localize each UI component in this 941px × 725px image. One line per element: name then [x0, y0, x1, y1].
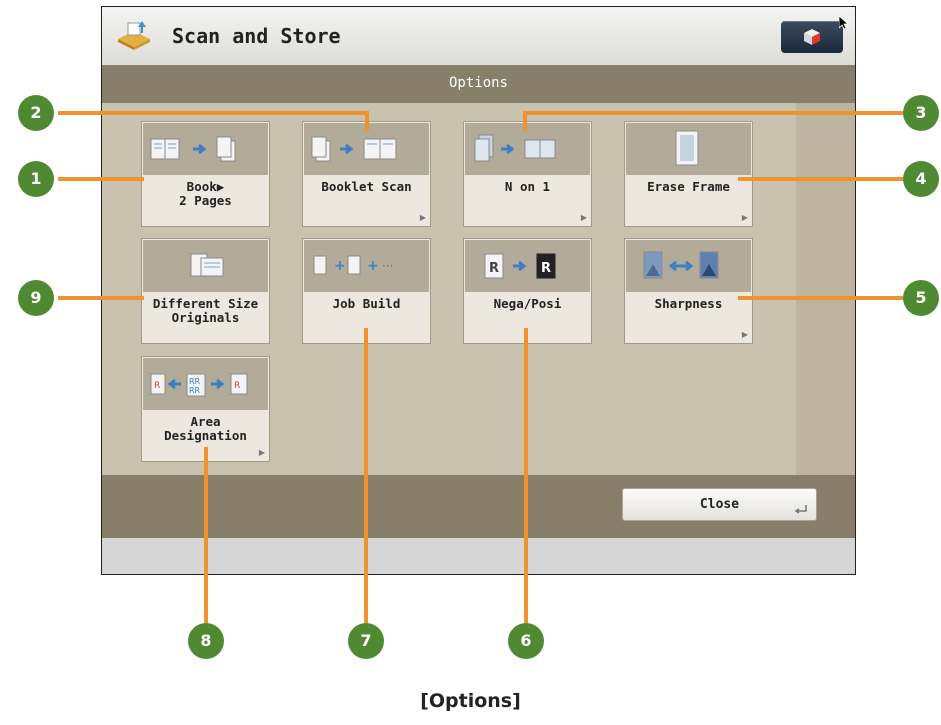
callout-line-6: [524, 328, 528, 623]
erase-frame-icon: [626, 123, 751, 175]
svg-text:R: R: [234, 381, 240, 391]
submenu-arrow-icon: ▶: [580, 213, 587, 222]
tile-label: Booklet Scan: [321, 179, 412, 194]
status-monitor-button[interactable]: [781, 21, 843, 53]
status-monitor-icon: [804, 29, 820, 45]
footer-bar: [102, 538, 855, 574]
tile-label: Book▶ 2 Pages: [179, 179, 232, 208]
callout-line-9: [58, 296, 144, 300]
tile-label: Nega/Posi: [493, 296, 562, 311]
different-size-originals-icon: [143, 240, 268, 292]
mouse-pointer-icon: [838, 15, 850, 34]
callout-line-1: [58, 177, 144, 181]
side-strip: [796, 103, 855, 475]
svg-text:+: +: [367, 258, 379, 274]
tile-label: Different Size Originals: [152, 296, 259, 325]
tile-label: Area Designation: [164, 414, 247, 443]
book-to-2-pages-icon: [143, 123, 268, 175]
callout-marker-7: 7: [348, 623, 384, 659]
scan-and-store-icon: [116, 19, 152, 51]
nega-posi-icon: R R: [465, 240, 590, 292]
callout-marker-4: 4: [903, 161, 939, 197]
callout-line-2: [58, 111, 369, 115]
n-on-1-icon: [465, 123, 590, 175]
options-header-bar: Options: [102, 65, 855, 103]
options-title: Options: [448, 75, 508, 91]
sharpness-button[interactable]: Sharpness ▶: [624, 238, 753, 344]
callout-line-3: [523, 111, 903, 115]
enter-arrow-icon: [794, 499, 808, 518]
erase-frame-button[interactable]: Erase Frame ▶: [624, 121, 753, 227]
svg-text:R: R: [541, 261, 551, 276]
close-button-label: Close: [699, 497, 740, 512]
submenu-arrow-icon: ▶: [258, 448, 265, 457]
callout-marker-5: 5: [903, 280, 939, 316]
svg-text:R: R: [154, 381, 160, 391]
callout-marker-1: 1: [18, 161, 54, 197]
submenu-arrow-icon: ▶: [419, 213, 426, 222]
book-2-pages-button[interactable]: Book▶ 2 Pages: [141, 121, 270, 227]
booklet-scan-button[interactable]: Booklet Scan ▶: [302, 121, 431, 227]
svg-text:RR: RR: [189, 386, 201, 395]
callout-line-7: [364, 328, 368, 623]
app-title: Scan and Store: [172, 24, 341, 48]
screen: Scan and Store Options Book▶ 2 Pages Boo…: [101, 6, 856, 575]
callout-marker-2: 2: [18, 95, 54, 131]
callout-marker-3: 3: [903, 95, 939, 131]
title-bar: Scan and Store: [102, 7, 855, 66]
figure-caption: [Options]: [420, 690, 521, 712]
tile-label: Sharpness: [654, 296, 723, 311]
callout-line-8: [204, 447, 208, 623]
tile-label: N on 1: [504, 179, 551, 194]
submenu-arrow-icon: ▶: [741, 213, 748, 222]
svg-text:···: ···: [382, 259, 393, 273]
job-build-icon: + + ···: [304, 240, 429, 292]
svg-text:+: +: [334, 258, 346, 274]
callout-marker-6: 6: [508, 623, 544, 659]
area-designation-icon: R RR RR R: [143, 358, 268, 410]
callout-line-4: [738, 177, 903, 181]
n-on-1-button[interactable]: N on 1 ▶: [463, 121, 592, 227]
callout-line-2: [365, 111, 369, 131]
callout-marker-8: 8: [188, 623, 224, 659]
svg-text:R: R: [489, 261, 499, 276]
callout-line-5: [738, 296, 903, 300]
tile-label: Job Build: [332, 296, 401, 311]
submenu-arrow-icon: ▶: [741, 330, 748, 339]
callout-marker-9: 9: [18, 280, 54, 316]
tile-label: Erase Frame: [647, 179, 730, 194]
different-size-originals-button[interactable]: Different Size Originals: [141, 238, 270, 344]
svg-text:RR: RR: [189, 377, 201, 386]
callout-line-3: [523, 111, 527, 131]
sharpness-icon: [626, 240, 751, 292]
close-button[interactable]: Close: [622, 488, 817, 521]
